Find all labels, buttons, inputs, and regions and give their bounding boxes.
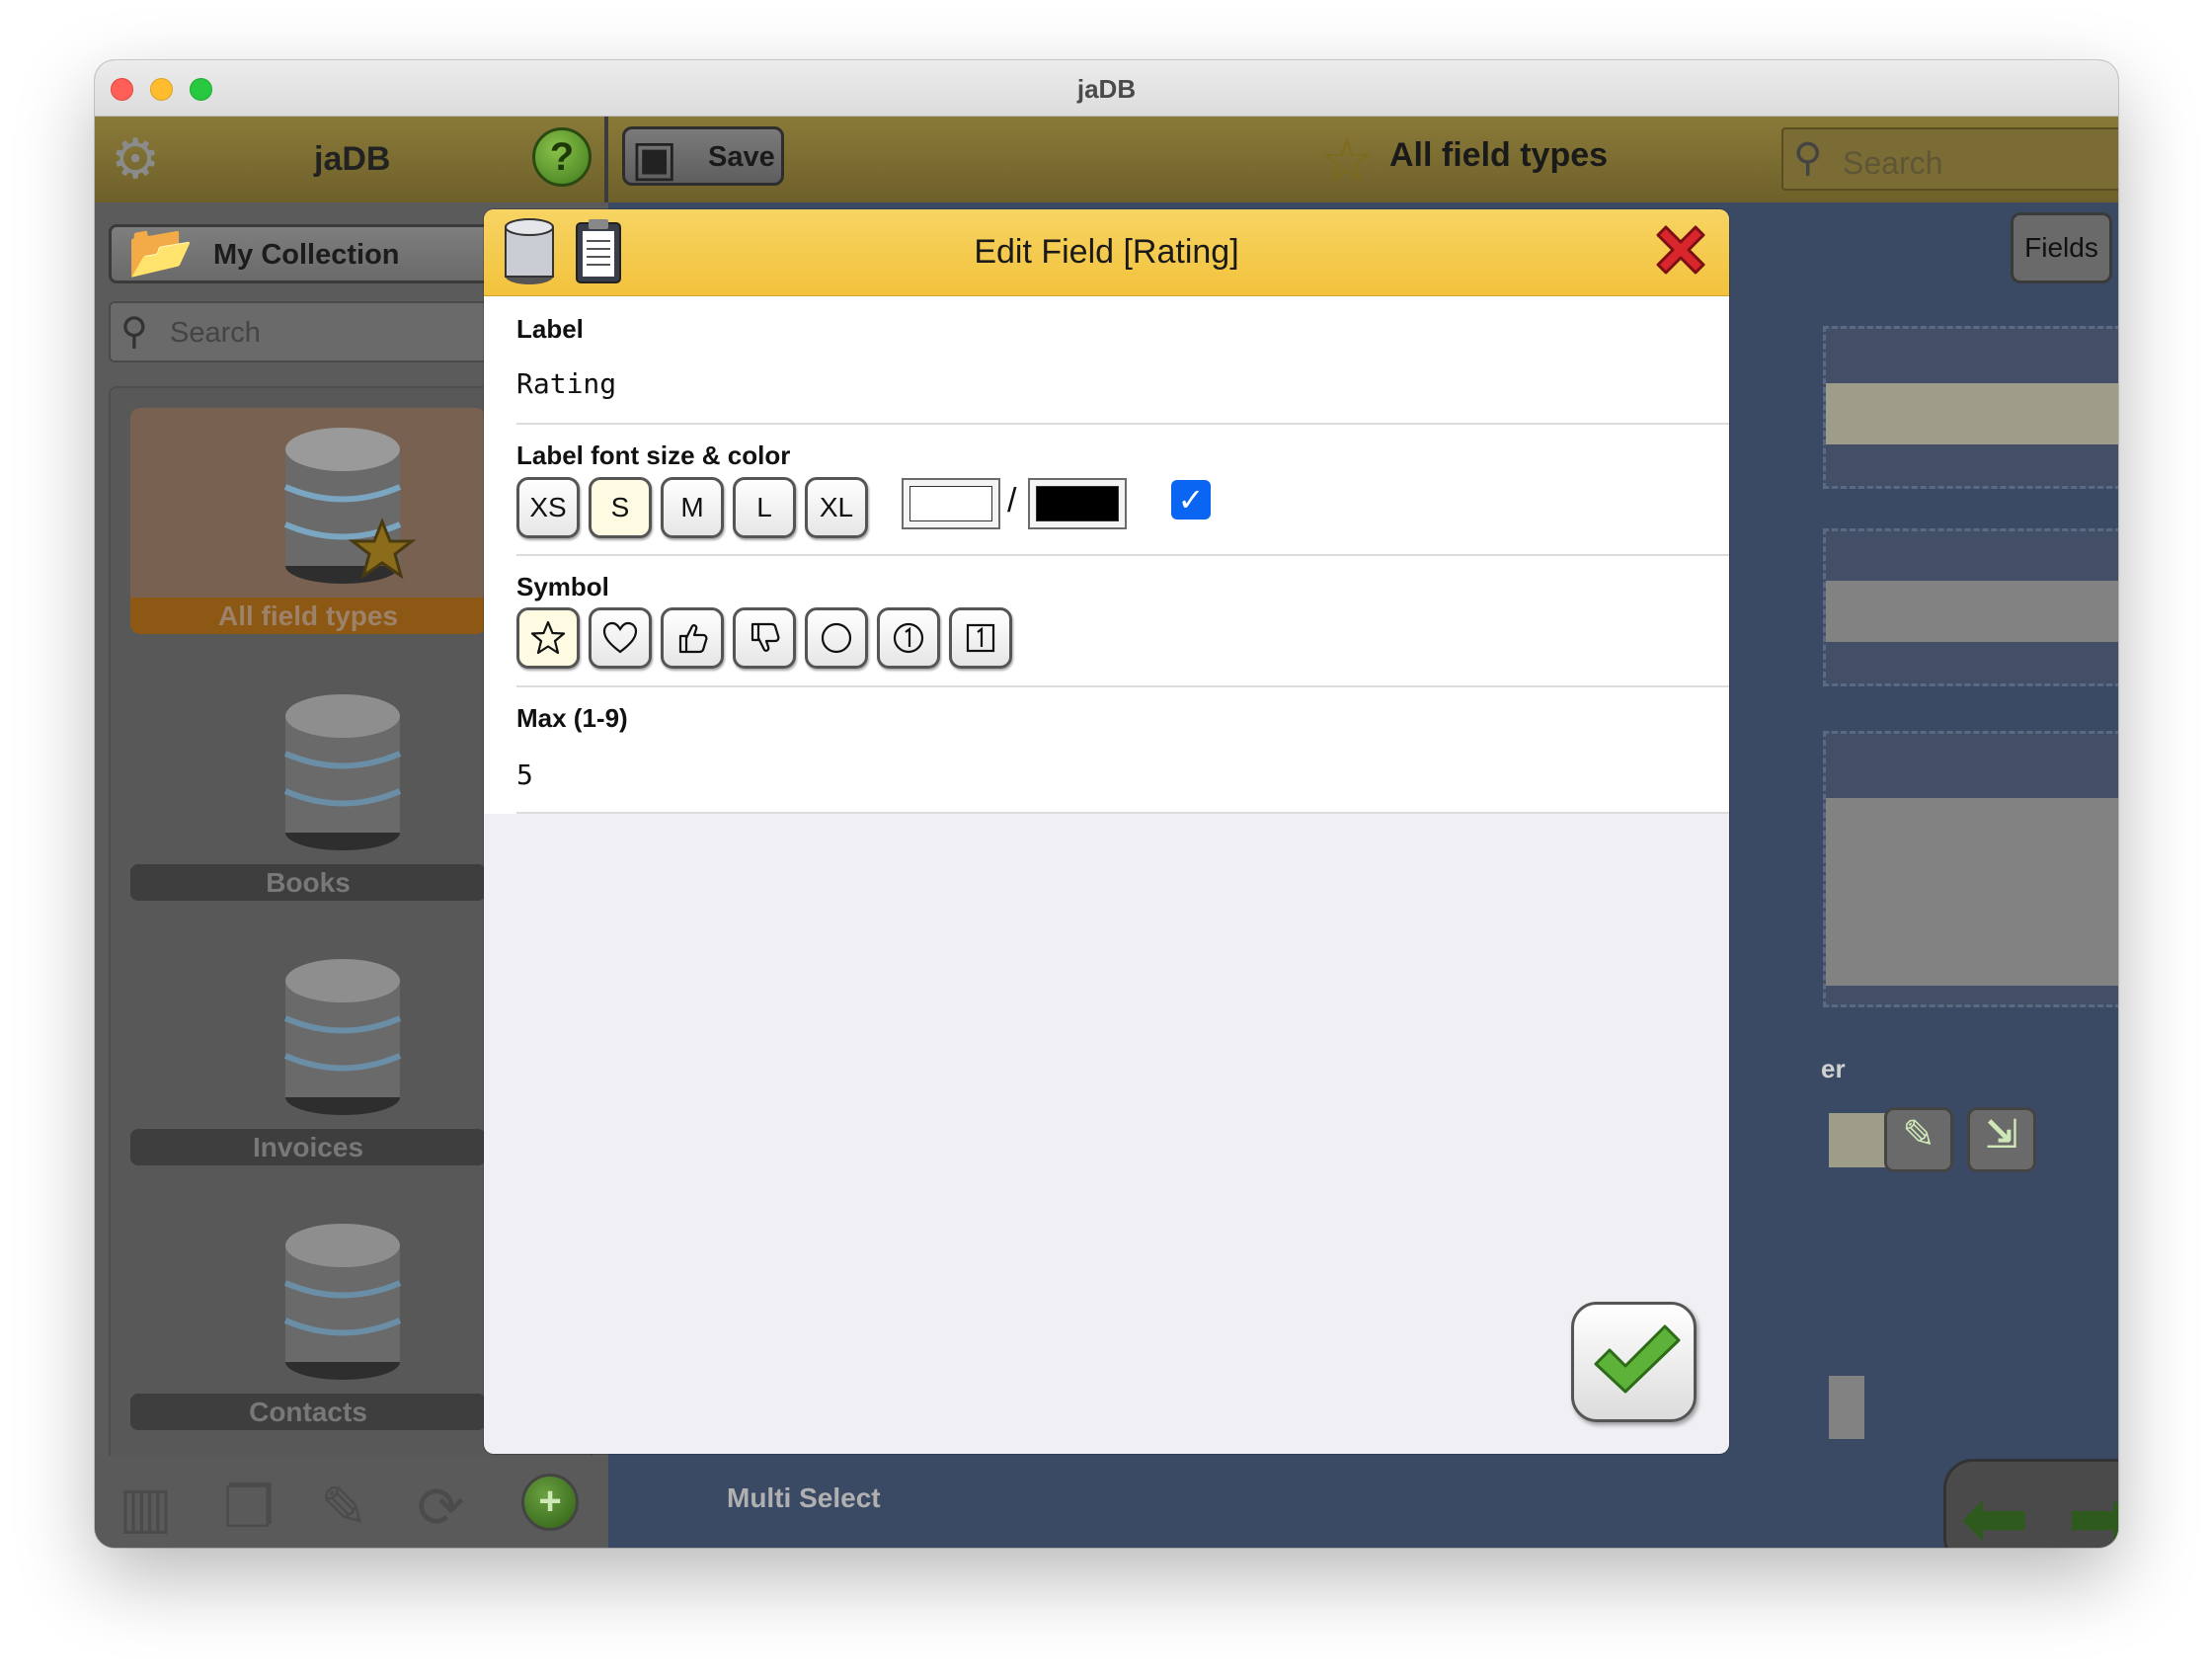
right-toolbar: ▣ Save ☆ All field types ⚲ Search	[608, 117, 2118, 202]
database-label: Books	[130, 864, 486, 901]
color-enabled-checkbox[interactable]: ✓	[1171, 480, 1211, 520]
floppy-disk-icon: ▣	[631, 130, 678, 186]
add-database-icon[interactable]: +	[521, 1474, 579, 1531]
circle-outline-icon	[821, 622, 852, 654]
move-icon[interactable]: ⇲	[1967, 1107, 2036, 1172]
settings-gears-icon[interactable]: ⚙	[111, 126, 160, 192]
rename-icon[interactable]: ✎	[320, 1474, 368, 1541]
symbol-thumbs-down-button[interactable]	[733, 607, 796, 669]
fields-button[interactable]: Fields	[2011, 212, 2112, 283]
size-s-button[interactable]: S	[589, 477, 652, 538]
sidebar-bottom-toolbar: ▥ ❐ ✎ ⟳ +	[95, 1456, 608, 1548]
partial-field-label: er	[1821, 1054, 1846, 1083]
help-button[interactable]: ?	[532, 127, 592, 187]
database-cylinder-icon	[269, 1214, 417, 1387]
checkmark-icon	[1594, 1324, 1681, 1394]
database-title: All field types	[1389, 136, 1609, 174]
collection-label: My Collection	[213, 239, 400, 271]
close-icon[interactable]	[1648, 217, 1713, 282]
database-label: All field types	[130, 598, 486, 634]
edit-icon[interactable]: ✎	[1884, 1107, 1953, 1172]
thumbs-down-icon	[750, 622, 780, 652]
text-color-swatch[interactable]	[902, 478, 1000, 529]
database-cylinder-icon	[269, 684, 417, 857]
previous-record-icon[interactable]: ⬅	[1960, 1470, 2029, 1548]
background-color-swatch[interactable]	[1028, 478, 1127, 529]
dialog-header: Edit Field [Rating]	[484, 209, 1729, 296]
sync-icon[interactable]: ⟳	[417, 1474, 465, 1541]
database-item-books[interactable]: Books	[130, 675, 486, 901]
max-section: Max (1-9) 5	[516, 687, 1729, 814]
database-cylinder-star-icon	[269, 418, 417, 591]
edit-field-dialog: Edit Field [Rating] Label Rating Label f…	[484, 209, 1729, 1454]
max-heading: Max (1-9)	[516, 703, 628, 733]
symbol-star-button[interactable]	[516, 607, 580, 669]
database-label: Invoices	[130, 1129, 486, 1165]
field-panel	[1823, 731, 2118, 1007]
folder-icon: 📂	[127, 222, 195, 281]
collection-button[interactable]: 📂 My Collection	[109, 222, 514, 283]
title-bar: jaDB	[95, 60, 2118, 117]
max-value-input[interactable]: 5	[516, 759, 533, 791]
left-toolbar: ⚙ jaDB ?	[95, 117, 608, 202]
star-outline-icon	[530, 620, 566, 655]
record-search-placeholder: Search	[1843, 145, 1943, 181]
database-cylinder-icon	[269, 949, 417, 1122]
search-icon: ⚲	[1793, 136, 1823, 180]
symbol-circle-button[interactable]	[805, 607, 868, 669]
font-size-color-heading: Label font size & color	[516, 440, 791, 470]
window-title: jaDB	[1076, 74, 1137, 104]
sidebar-search-placeholder: Search	[170, 317, 261, 349]
size-xl-button[interactable]: XL	[805, 477, 868, 538]
save-button[interactable]: ▣ Save	[622, 126, 784, 186]
next-record-icon[interactable]: ➡	[2067, 1470, 2118, 1548]
copy-icon[interactable]: ❐	[223, 1474, 275, 1541]
multi-select-label: Multi Select	[727, 1482, 881, 1513]
search-icon: ⚲	[120, 311, 148, 353]
sidebar-search-input[interactable]: ⚲ Search	[109, 301, 514, 362]
record-navigation: ⬅ ➡	[1943, 1459, 2118, 1548]
boxed-one-icon	[966, 623, 995, 653]
field-panel	[1823, 326, 2118, 489]
label-heading: Label	[516, 314, 584, 344]
label-value-input[interactable]: Rating	[516, 367, 616, 400]
field-input[interactable]	[1826, 581, 2118, 642]
database-item-contacts[interactable]: Contacts	[130, 1204, 486, 1430]
save-label: Save	[708, 141, 775, 173]
symbol-boxed-number-button[interactable]	[949, 607, 1012, 669]
confirm-button[interactable]	[1571, 1302, 1697, 1422]
field-textarea[interactable]	[1826, 798, 2118, 986]
color-separator: /	[1007, 482, 1017, 520]
heart-outline-icon	[602, 621, 638, 654]
symbol-heart-button[interactable]	[589, 607, 652, 669]
field-panel	[1823, 528, 2118, 686]
dialog-form: Label Rating Label font size & color XS …	[484, 296, 1729, 814]
symbol-circled-number-button[interactable]	[877, 607, 940, 669]
symbol-section: Symbol	[516, 556, 1729, 687]
field-input[interactable]	[1826, 383, 2118, 444]
record-search-input[interactable]: ⚲ Search	[1781, 127, 2118, 191]
size-l-button[interactable]: L	[733, 477, 796, 538]
database-label: Contacts	[130, 1394, 486, 1430]
font-size-color-section: Label font size & color XS S M L XL / ✓	[516, 425, 1729, 556]
star-icon: ☆	[1319, 127, 1375, 196]
database-icon[interactable]: ▥	[118, 1474, 173, 1541]
field-input[interactable]	[1829, 1376, 1864, 1439]
circled-one-icon	[893, 622, 924, 654]
size-m-button[interactable]: M	[661, 477, 724, 538]
database-item-invoices[interactable]: Invoices	[130, 939, 486, 1165]
size-xs-button[interactable]: XS	[516, 477, 580, 538]
thumbs-up-icon	[678, 624, 708, 654]
app-name: jaDB	[314, 140, 391, 178]
symbol-heading: Symbol	[516, 572, 609, 601]
database-item-all-field-types[interactable]: All field types	[130, 408, 486, 634]
dialog-title: Edit Field [Rating]	[974, 233, 1239, 271]
label-section: Label Rating	[516, 296, 1729, 425]
symbol-thumbs-up-button[interactable]	[661, 607, 724, 669]
